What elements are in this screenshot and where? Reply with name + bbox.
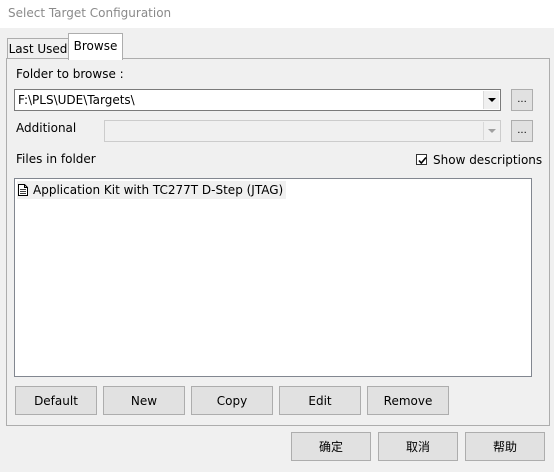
browse-folder-button[interactable]: ... <box>511 89 533 111</box>
check-icon <box>418 156 427 165</box>
tab-last-used[interactable]: Last Used <box>7 38 69 58</box>
remove-button[interactable]: Remove <box>367 386 449 415</box>
copy-button[interactable]: Copy <box>191 386 273 415</box>
filter-label: Additional Filter: <box>16 121 77 135</box>
show-descriptions-checkbox[interactable] <box>416 154 427 165</box>
list-item[interactable]: Application Kit with TC277T D-Step (JTAG… <box>17 181 287 199</box>
default-button[interactable]: Default <box>15 386 97 415</box>
tab-browse-label: Browse <box>73 39 118 53</box>
show-descriptions-label[interactable]: Show descriptions <box>433 153 542 167</box>
files-listbox[interactable]: Application Kit with TC277T D-Step (JTAG… <box>14 178 532 377</box>
tab-last-used-label: Last Used <box>8 42 68 56</box>
filter-combobox[interactable] <box>104 120 501 142</box>
tab-browse[interactable]: Browse <box>68 33 123 60</box>
document-icon <box>18 184 28 196</box>
chevron-down-icon <box>487 129 496 133</box>
window-title: Select Target Configuration <box>8 6 172 20</box>
cancel-button[interactable]: 取消 <box>378 432 458 461</box>
folder-dropdown-button[interactable] <box>483 91 499 109</box>
folder-label: Folder to browse : <box>16 67 124 81</box>
help-button[interactable]: 帮助 <box>465 432 545 461</box>
chevron-down-icon <box>487 98 496 102</box>
files-label: Files in folder <box>16 152 96 166</box>
ok-button[interactable]: 确定 <box>291 432 371 461</box>
new-button[interactable]: New <box>103 386 185 415</box>
title-bar: Select Target Configuration <box>0 0 554 28</box>
filter-dropdown-button[interactable] <box>483 122 499 140</box>
browse-filter-button[interactable]: ... <box>511 120 533 142</box>
folder-combobox[interactable]: F:\PLS\UDE\Targets\ <box>14 89 501 111</box>
file-label: Application Kit with TC277T D-Step (JTAG… <box>33 183 284 197</box>
edit-button[interactable]: Edit <box>279 386 361 415</box>
folder-value: F:\PLS\UDE\Targets\ <box>18 93 135 107</box>
